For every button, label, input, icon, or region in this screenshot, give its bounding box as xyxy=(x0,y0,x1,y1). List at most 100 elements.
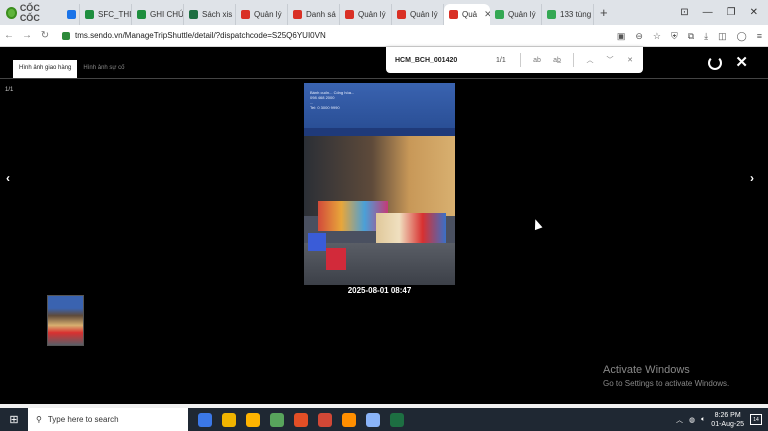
tray-up-icon[interactable]: ︿ xyxy=(676,415,683,425)
tab-label: Quản lý xyxy=(410,10,438,19)
address-bar[interactable]: tms.sendo.vn/ManageTripShuttle/detail/?d… xyxy=(62,31,572,40)
tab-incident-images[interactable]: Hình ảnh sự cố xyxy=(77,60,130,78)
tab-favicon-icon xyxy=(345,10,354,19)
delivery-photo: Bánh cuốn... Cống hòa... 098 468 2000 ..… xyxy=(304,83,455,285)
tab-label: Quản lý xyxy=(254,10,282,19)
maximize-button[interactable]: ❐ xyxy=(727,7,736,18)
window-controls: ⊡ — ❐ ✕ xyxy=(680,0,768,25)
tab-label: SFC_THI xyxy=(98,10,132,19)
browser-tab[interactable] xyxy=(62,4,80,25)
profile-icon[interactable]: ◯ xyxy=(737,31,747,42)
browser-tab[interactable]: Quản lý xyxy=(490,4,542,25)
menu-icon[interactable]: ≡ xyxy=(757,31,762,41)
clock-date: 01-Aug-25 xyxy=(711,420,744,428)
tab-label: Quả xyxy=(462,10,478,19)
photo-awning xyxy=(304,128,455,136)
photo-timestamp: 2025-08-01 08:47 xyxy=(347,286,412,295)
volume-icon[interactable]: 🔈︎ xyxy=(701,416,705,424)
find-separator-2 xyxy=(573,53,574,67)
taskbar-app-icon[interactable] xyxy=(246,412,260,427)
find-count: 1/1 xyxy=(496,56,506,64)
forward-icon[interactable]: → xyxy=(18,30,36,41)
rotate-icon[interactable] xyxy=(708,56,722,70)
new-tab-button[interactable]: + xyxy=(594,5,614,20)
find-input[interactable] xyxy=(386,56,496,64)
tab-label: Quản lý xyxy=(358,10,386,19)
url-text: tms.sendo.vn/ManageTripShuttle/detail/?d… xyxy=(75,31,326,40)
activate-windows-title: Activate Windows xyxy=(603,364,690,376)
browser-tab[interactable]: Quản lý xyxy=(340,4,392,25)
reload-icon[interactable]: ↻ xyxy=(36,30,54,41)
tab-label: Sách xis xyxy=(202,10,233,19)
tab-favicon-icon xyxy=(449,10,458,19)
taskbar-app-icon[interactable] xyxy=(390,412,404,427)
tab-label: GHI CHÚ xyxy=(150,10,184,19)
taskbar-search[interactable]: ⚲ Type here to search xyxy=(28,408,188,431)
back-icon[interactable]: ← xyxy=(0,30,18,41)
taskbar-app-icon[interactable] xyxy=(318,412,332,427)
find-previous-icon[interactable]: ︿ xyxy=(580,55,600,65)
taskbar-app-icon[interactable] xyxy=(294,412,308,427)
browser-tab[interactable]: GHI CHÚ xyxy=(132,4,184,25)
taskbar-app-icon[interactable] xyxy=(198,412,212,427)
find-next-icon[interactable]: ﹀ xyxy=(600,55,620,65)
browser-tab[interactable]: Quả ✕ xyxy=(444,4,490,25)
tab-favicon-icon xyxy=(137,10,146,19)
taskbar-apps xyxy=(198,412,404,427)
close-window-button[interactable]: ✕ xyxy=(750,7,758,18)
browser-brand: CỐC CỐC xyxy=(0,0,62,25)
tab-favicon-icon xyxy=(547,10,556,19)
prev-image-icon[interactable]: ‹ xyxy=(6,171,10,185)
whole-word-button[interactable]: ab̲ xyxy=(547,57,567,64)
shield-icon[interactable]: ⛨ xyxy=(671,31,678,42)
notifications-icon[interactable]: 14 xyxy=(750,414,762,425)
viewer-tabs: Hình ảnh giao hàng Hình ảnh sự cố xyxy=(13,60,130,78)
taskbar-app-icon[interactable] xyxy=(222,412,236,427)
extensions-icon[interactable]: ⧉ xyxy=(688,31,694,42)
taskbar-search-placeholder: Type here to search xyxy=(47,415,119,424)
browser-tab[interactable]: Danh sá xyxy=(288,4,340,25)
find-bar: 1/1 ab ab̲ ︿ ﹀ ✕ xyxy=(386,47,643,73)
download-icon[interactable]: ⤓ xyxy=(704,31,708,42)
next-image-icon[interactable]: › xyxy=(750,171,754,185)
activate-windows-subtitle: Go to Settings to activate Windows. xyxy=(603,379,730,388)
browser-tab[interactable]: Quản lý xyxy=(236,4,288,25)
taskbar-app-icon[interactable] xyxy=(342,412,356,427)
match-case-button[interactable]: ab xyxy=(527,57,547,64)
photo-sign-text: Bánh cuốn... Cống hòa... 098 468 2000 ..… xyxy=(310,90,355,110)
find-close-icon[interactable]: ✕ xyxy=(620,56,640,64)
bookmark-star-icon[interactable]: ☆ xyxy=(653,31,661,42)
system-tray: ︿ ◍ 🔈︎ 8:26 PM 01-Aug-25 14 xyxy=(676,408,768,431)
photo-stool-blue xyxy=(308,233,326,251)
tab-label: 133 tùng xyxy=(560,10,592,19)
tabs-divider xyxy=(0,78,768,79)
browser-tab[interactable]: Quản lý xyxy=(392,4,444,25)
zoom-icon[interactable]: ⊖ xyxy=(635,31,643,42)
site-info-icon[interactable] xyxy=(62,31,70,40)
sidebar-icon[interactable]: ◫ xyxy=(718,31,727,42)
mouse-cursor-icon xyxy=(531,217,543,231)
tab-label: Danh sá xyxy=(306,10,336,19)
taskbar-clock[interactable]: 8:26 PM 01-Aug-25 xyxy=(711,411,744,429)
tab-label: Quản lý xyxy=(508,10,536,19)
browser-tab[interactable]: SFC_THI xyxy=(80,4,132,25)
windows-start-icon[interactable]: ⊞ xyxy=(0,413,28,426)
taskbar-app-icon[interactable] xyxy=(270,412,284,427)
browser-tab[interactable]: 133 tùng xyxy=(542,4,594,25)
network-icon[interactable]: ◍ xyxy=(689,416,695,424)
photo-stool-red xyxy=(326,248,346,270)
tab-favicon-icon xyxy=(241,10,250,19)
photo-thumbnail[interactable] xyxy=(47,295,84,346)
tab-delivery-images[interactable]: Hình ảnh giao hàng xyxy=(13,60,78,78)
search-icon: ⚲ xyxy=(36,415,42,424)
tab-search-icon[interactable]: ⊡ xyxy=(680,7,688,18)
close-viewer-icon[interactable]: ✕ xyxy=(735,53,748,71)
reader-icon[interactable]: ▣ xyxy=(617,31,626,42)
toolbar-actions: ▣ ⊖ ☆ ⛨ ⧉ ⤓ ◫ ◯ ≡ xyxy=(617,25,762,47)
find-separator xyxy=(520,53,521,67)
browser-toolbar: ← → ↻ tms.sendo.vn/ManageTripShuttle/det… xyxy=(0,25,768,47)
minimize-button[interactable]: — xyxy=(703,7,713,18)
taskbar-app-icon[interactable] xyxy=(366,412,380,427)
tab-favicon-icon xyxy=(189,10,198,19)
browser-tab[interactable]: Sách xis xyxy=(184,4,236,25)
